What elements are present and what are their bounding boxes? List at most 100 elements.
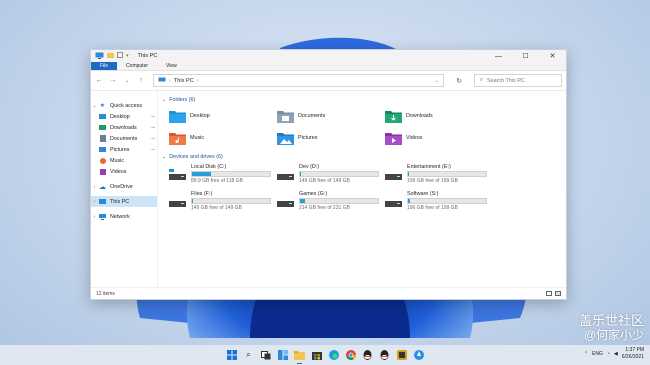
- drive-free-space: 149 GB free of 149 GB: [191, 205, 242, 211]
- up-arrow-icon[interactable]: ↑: [137, 77, 145, 84]
- chevron-right-icon[interactable]: ›: [91, 199, 98, 205]
- capacity-bar: [299, 171, 379, 177]
- tab-view[interactable]: View: [157, 62, 186, 70]
- task-view-icon[interactable]: [258, 348, 273, 363]
- search-input[interactable]: ⌕ Search This PC: [474, 74, 562, 87]
- refresh-icon[interactable]: ↻: [450, 77, 468, 85]
- search-icon: ⌕: [480, 77, 484, 83]
- save-icon[interactable]: [117, 52, 123, 60]
- system-tray: ⌃ ENG ◔ ◀ 1:37 PM 6/26/2021: [584, 347, 644, 361]
- recent-dropdown-icon[interactable]: ⌄: [123, 78, 131, 84]
- capacity-bar: [407, 198, 487, 204]
- drive-name: Software (S:): [407, 191, 439, 197]
- store-icon[interactable]: [309, 348, 324, 363]
- chevron-right-icon[interactable]: ›: [169, 78, 171, 84]
- nav-item-documents[interactable]: Documents ⊸: [91, 133, 157, 144]
- details-view-icon[interactable]: [546, 291, 552, 296]
- chevron-right-icon[interactable]: ›: [91, 184, 98, 190]
- qq-icon[interactable]: [360, 348, 375, 363]
- desktop-icon: [98, 114, 107, 119]
- app-icon[interactable]: [394, 348, 409, 363]
- chrome-icon[interactable]: [343, 348, 358, 363]
- nav-label: Desktop: [110, 113, 130, 120]
- nav-item-this-pc[interactable]: › This PC: [91, 196, 157, 207]
- pin-icon[interactable]: ⊸: [151, 136, 155, 142]
- widgets-icon[interactable]: [275, 348, 290, 363]
- taskbar-apps: ⌕: [224, 345, 426, 365]
- chevron-down-icon[interactable]: ⌄: [91, 103, 98, 109]
- forward-arrow-icon[interactable]: →: [109, 77, 117, 84]
- chevron-right-icon[interactable]: ›: [91, 214, 98, 220]
- chevron-down-icon[interactable]: ⌄: [435, 78, 439, 84]
- pc-icon: [158, 77, 166, 85]
- qq-icon[interactable]: [377, 348, 392, 363]
- nav-label: This PC: [110, 198, 130, 205]
- folder-desktop[interactable]: Desktop: [169, 107, 277, 125]
- watermark-line1: 盖乐世社区: [578, 313, 644, 328]
- capacity-bar: [299, 198, 379, 204]
- tray-language[interactable]: ENG: [592, 351, 603, 357]
- folder-documents[interactable]: Documents: [277, 107, 385, 125]
- address-bar[interactable]: › This PC › ⌄: [153, 74, 444, 87]
- search-icon[interactable]: ⌕: [241, 348, 256, 363]
- nav-label: Network: [110, 213, 130, 220]
- folder-videos[interactable]: Videos: [385, 129, 493, 147]
- folder-downloads[interactable]: Downloads: [385, 107, 493, 125]
- tab-file[interactable]: File: [91, 62, 118, 70]
- edge-icon[interactable]: [326, 348, 341, 363]
- watermark-line2: @何家小少: [583, 328, 644, 342]
- folder-music[interactable]: Music: [169, 129, 277, 147]
- tab-computer[interactable]: Computer: [117, 62, 157, 70]
- wifi-icon[interactable]: ◔: [607, 351, 610, 357]
- documents-folder-icon: [277, 111, 294, 123]
- pin-icon[interactable]: ⊸: [151, 147, 155, 153]
- chevron-up-icon[interactable]: ⌃: [584, 351, 588, 357]
- drive-d[interactable]: Dev (D:) 149 GB free of 149 GB: [277, 164, 385, 186]
- folders-group-header[interactable]: ⌄ Folders (6): [162, 95, 566, 104]
- chevron-down-icon[interactable]: ▾: [126, 53, 129, 59]
- back-arrow-icon[interactable]: ←: [95, 77, 103, 84]
- pc-icon: [98, 199, 107, 204]
- nav-item-desktop[interactable]: Desktop ⊸: [91, 111, 157, 122]
- nav-item-onedrive[interactable]: › ☁ OneDrive: [91, 181, 157, 192]
- browser-icon[interactable]: [411, 348, 426, 363]
- nav-quick-access[interactable]: ⌄ ★ Quick access: [91, 100, 157, 111]
- nav-item-network[interactable]: › Network: [91, 211, 157, 222]
- minimize-button[interactable]: —: [485, 50, 512, 62]
- clock[interactable]: 1:37 PM 6/26/2021: [622, 347, 644, 361]
- drive-e[interactable]: Entertainment (E:) 199 GB free of 199 GB: [385, 164, 493, 186]
- nav-item-downloads[interactable]: Downloads ⊸: [91, 122, 157, 133]
- chevron-right-icon[interactable]: ›: [197, 78, 199, 84]
- pin-icon[interactable]: ⊸: [151, 114, 155, 120]
- volume-icon[interactable]: ◀: [614, 351, 618, 357]
- pin-icon[interactable]: ⊸: [151, 125, 155, 131]
- drives-group-header[interactable]: ⌄ Devices and drives (6): [162, 152, 566, 161]
- close-button[interactable]: ✕: [539, 50, 566, 62]
- start-icon[interactable]: [224, 348, 239, 363]
- drive-c[interactable]: Local Disk (C:) 89.9 GB free of 118 GB: [169, 164, 277, 186]
- chevron-down-icon[interactable]: ⌄: [162, 97, 166, 103]
- maximize-button[interactable]: ☐: [512, 50, 539, 62]
- drive-icon: [277, 164, 294, 186]
- nav-item-music[interactable]: Music: [91, 155, 157, 166]
- file-explorer-icon[interactable]: [292, 348, 307, 364]
- title-bar[interactable]: ▾ This PC — ☐ ✕: [91, 50, 566, 62]
- folder-small-icon[interactable]: [107, 52, 114, 60]
- videos-icon: [98, 168, 107, 175]
- drive-g[interactable]: Games (G:) 214 GB free of 231 GB: [277, 191, 385, 213]
- large-icons-view-icon[interactable]: [555, 291, 561, 296]
- nav-item-videos[interactable]: Videos: [91, 166, 157, 177]
- nav-label: Documents: [110, 135, 138, 142]
- capacity-bar: [191, 198, 271, 204]
- chevron-down-icon[interactable]: ⌄: [162, 154, 166, 160]
- item-count: 12 items: [96, 290, 115, 297]
- folder-pictures[interactable]: Pictures: [277, 129, 385, 147]
- address-path[interactable]: This PC: [174, 78, 194, 84]
- drive-icon: [385, 191, 402, 213]
- drive-f[interactable]: Files (F:) 149 GB free of 149 GB: [169, 191, 277, 213]
- windows-drive-icon: [169, 164, 186, 186]
- drive-free-space: 214 GB free of 231 GB: [299, 205, 350, 211]
- drives-grid: Local Disk (C:) 89.9 GB free of 118 GB D…: [162, 164, 566, 213]
- nav-item-pictures[interactable]: Pictures ⊸: [91, 144, 157, 155]
- drive-s[interactable]: Software (S:) 196 GB free of 199 GB: [385, 191, 493, 213]
